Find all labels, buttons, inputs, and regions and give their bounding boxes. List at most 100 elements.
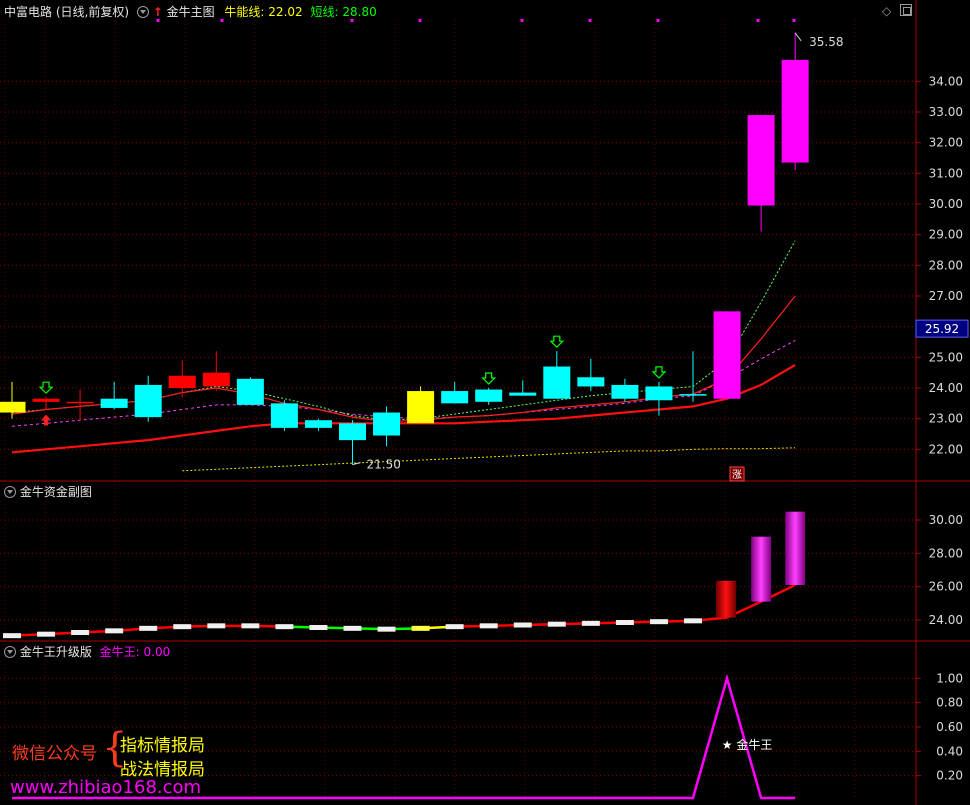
high-label: 35.58 (809, 35, 843, 49)
top-dot-marker (418, 19, 422, 22)
diamond-icon[interactable]: ◇ (882, 4, 891, 18)
fund-marker (105, 628, 124, 634)
fund-marker (139, 625, 158, 631)
tick-label: 23.00 (929, 412, 963, 426)
fund-bar (716, 580, 737, 618)
fund-marker (275, 624, 294, 630)
king-panel-header: 金牛王升级版 金牛王: 0.00 (4, 643, 170, 660)
fund-menu-icon[interactable] (4, 486, 16, 498)
candle-body (270, 403, 298, 428)
fund-bar (751, 536, 772, 602)
fund-marker (241, 623, 260, 629)
tick-label: 22.00 (929, 442, 963, 456)
fund-bar (785, 511, 806, 585)
red-up-icon: ↑ (152, 5, 163, 19)
tick-label: 28.00 (929, 546, 963, 560)
series-short-line (11, 240, 796, 421)
candle-body (236, 378, 264, 405)
main-indicator-name: 金牛主图 (166, 5, 215, 19)
candle-body (475, 389, 503, 402)
candle-body (441, 391, 469, 404)
tick-label: 33.00 (929, 105, 963, 119)
fund-marker (581, 620, 600, 626)
short-line-label: 短线: (310, 5, 339, 19)
high-marker (794, 32, 802, 42)
tick-label: 31.00 (929, 166, 963, 180)
tick-label: 0.40 (936, 744, 963, 758)
candle-body (168, 375, 196, 388)
candle-body (0, 401, 26, 413)
candle-body (577, 377, 605, 387)
king-value: 0.00 (143, 645, 171, 659)
top-dot-marker (656, 19, 660, 22)
tick-label: 34.00 (929, 74, 963, 88)
king-indicator-name: 金牛王升级版 (19, 645, 92, 659)
tick-label: 25.00 (929, 350, 963, 364)
tick-label: 26.00 (929, 580, 963, 594)
tick-label: 32.00 (929, 136, 963, 150)
maximize-icon[interactable] (900, 4, 912, 16)
period-label: (日线,前复权) (55, 5, 130, 19)
fund-indicator-name: 金牛资金副图 (19, 485, 92, 499)
fund-marker (547, 621, 566, 627)
candle-body (645, 386, 673, 401)
candle-body (713, 311, 741, 399)
chart-canvas[interactable]: 22.00 23.00 24.00 25.00 26.00 27.00 28.00 29.00… (0, 0, 970, 805)
top-dot-marker (588, 19, 592, 22)
fund-marker (71, 630, 90, 635)
candle-body (747, 115, 775, 206)
stock-name: 中富电路 (4, 5, 53, 19)
indicator-menu-icon[interactable] (136, 6, 149, 18)
low-marker (352, 462, 361, 466)
watermark-line1: 指标情报局 (120, 736, 205, 756)
bull-line-value: 22.02 (268, 5, 303, 19)
tick-label: 0.80 (936, 696, 963, 710)
fund-marker (377, 626, 396, 632)
fund-marker (649, 619, 668, 625)
tick-label: 1.00 (936, 671, 963, 685)
candle-body (32, 398, 60, 402)
series-support-line (182, 447, 796, 472)
tick-label: 24.00 (929, 613, 963, 627)
current-price-tag: 25.92 (925, 322, 959, 336)
candle-body (339, 423, 366, 441)
candle-body (611, 384, 639, 399)
king-value-label: 金牛王: (99, 645, 140, 659)
buy-arrow-icon (481, 372, 497, 385)
tick-label: 24.00 (929, 381, 963, 395)
tick-label: 27.00 (929, 289, 963, 303)
candle-body (781, 59, 809, 163)
top-dot-marker (756, 19, 760, 22)
tick-label: 30.00 (929, 197, 963, 211)
low-label: 21.50 (367, 458, 401, 472)
tick-label: 30.00 (929, 513, 963, 527)
tick-label: 28.00 (929, 258, 963, 272)
fund-panel-header: 金牛资金副图 (4, 483, 92, 500)
fund-marker (513, 622, 532, 628)
fund-marker (207, 623, 226, 629)
fund-marker (479, 623, 498, 629)
short-line-value: 28.80 (342, 5, 377, 19)
candle-body (373, 412, 401, 436)
candle-body (134, 384, 162, 418)
top-dot-marker (792, 19, 796, 22)
candle-body (66, 401, 94, 404)
candle-body (679, 394, 707, 396)
wechat-label: 微信公众号 (12, 744, 97, 764)
fund-marker (37, 631, 56, 637)
top-dot-marker (520, 19, 524, 22)
bull-line-label: 牛能线: (224, 5, 265, 19)
series-bull-line (11, 364, 796, 454)
tick-label: 0.20 (936, 769, 963, 783)
fund-marker (445, 624, 464, 630)
tick-label: 29.00 (929, 228, 963, 242)
buy-arrow-icon (38, 381, 54, 395)
tick-label: 0.60 (936, 720, 963, 734)
fund-marker (173, 624, 192, 630)
king-signal-label: ★ 金牛王 (722, 737, 773, 752)
candle-body (304, 420, 332, 428)
fund-marker (3, 633, 21, 639)
king-menu-icon[interactable] (4, 646, 16, 658)
fund-marker (343, 625, 362, 631)
fund-marker (309, 625, 328, 630)
